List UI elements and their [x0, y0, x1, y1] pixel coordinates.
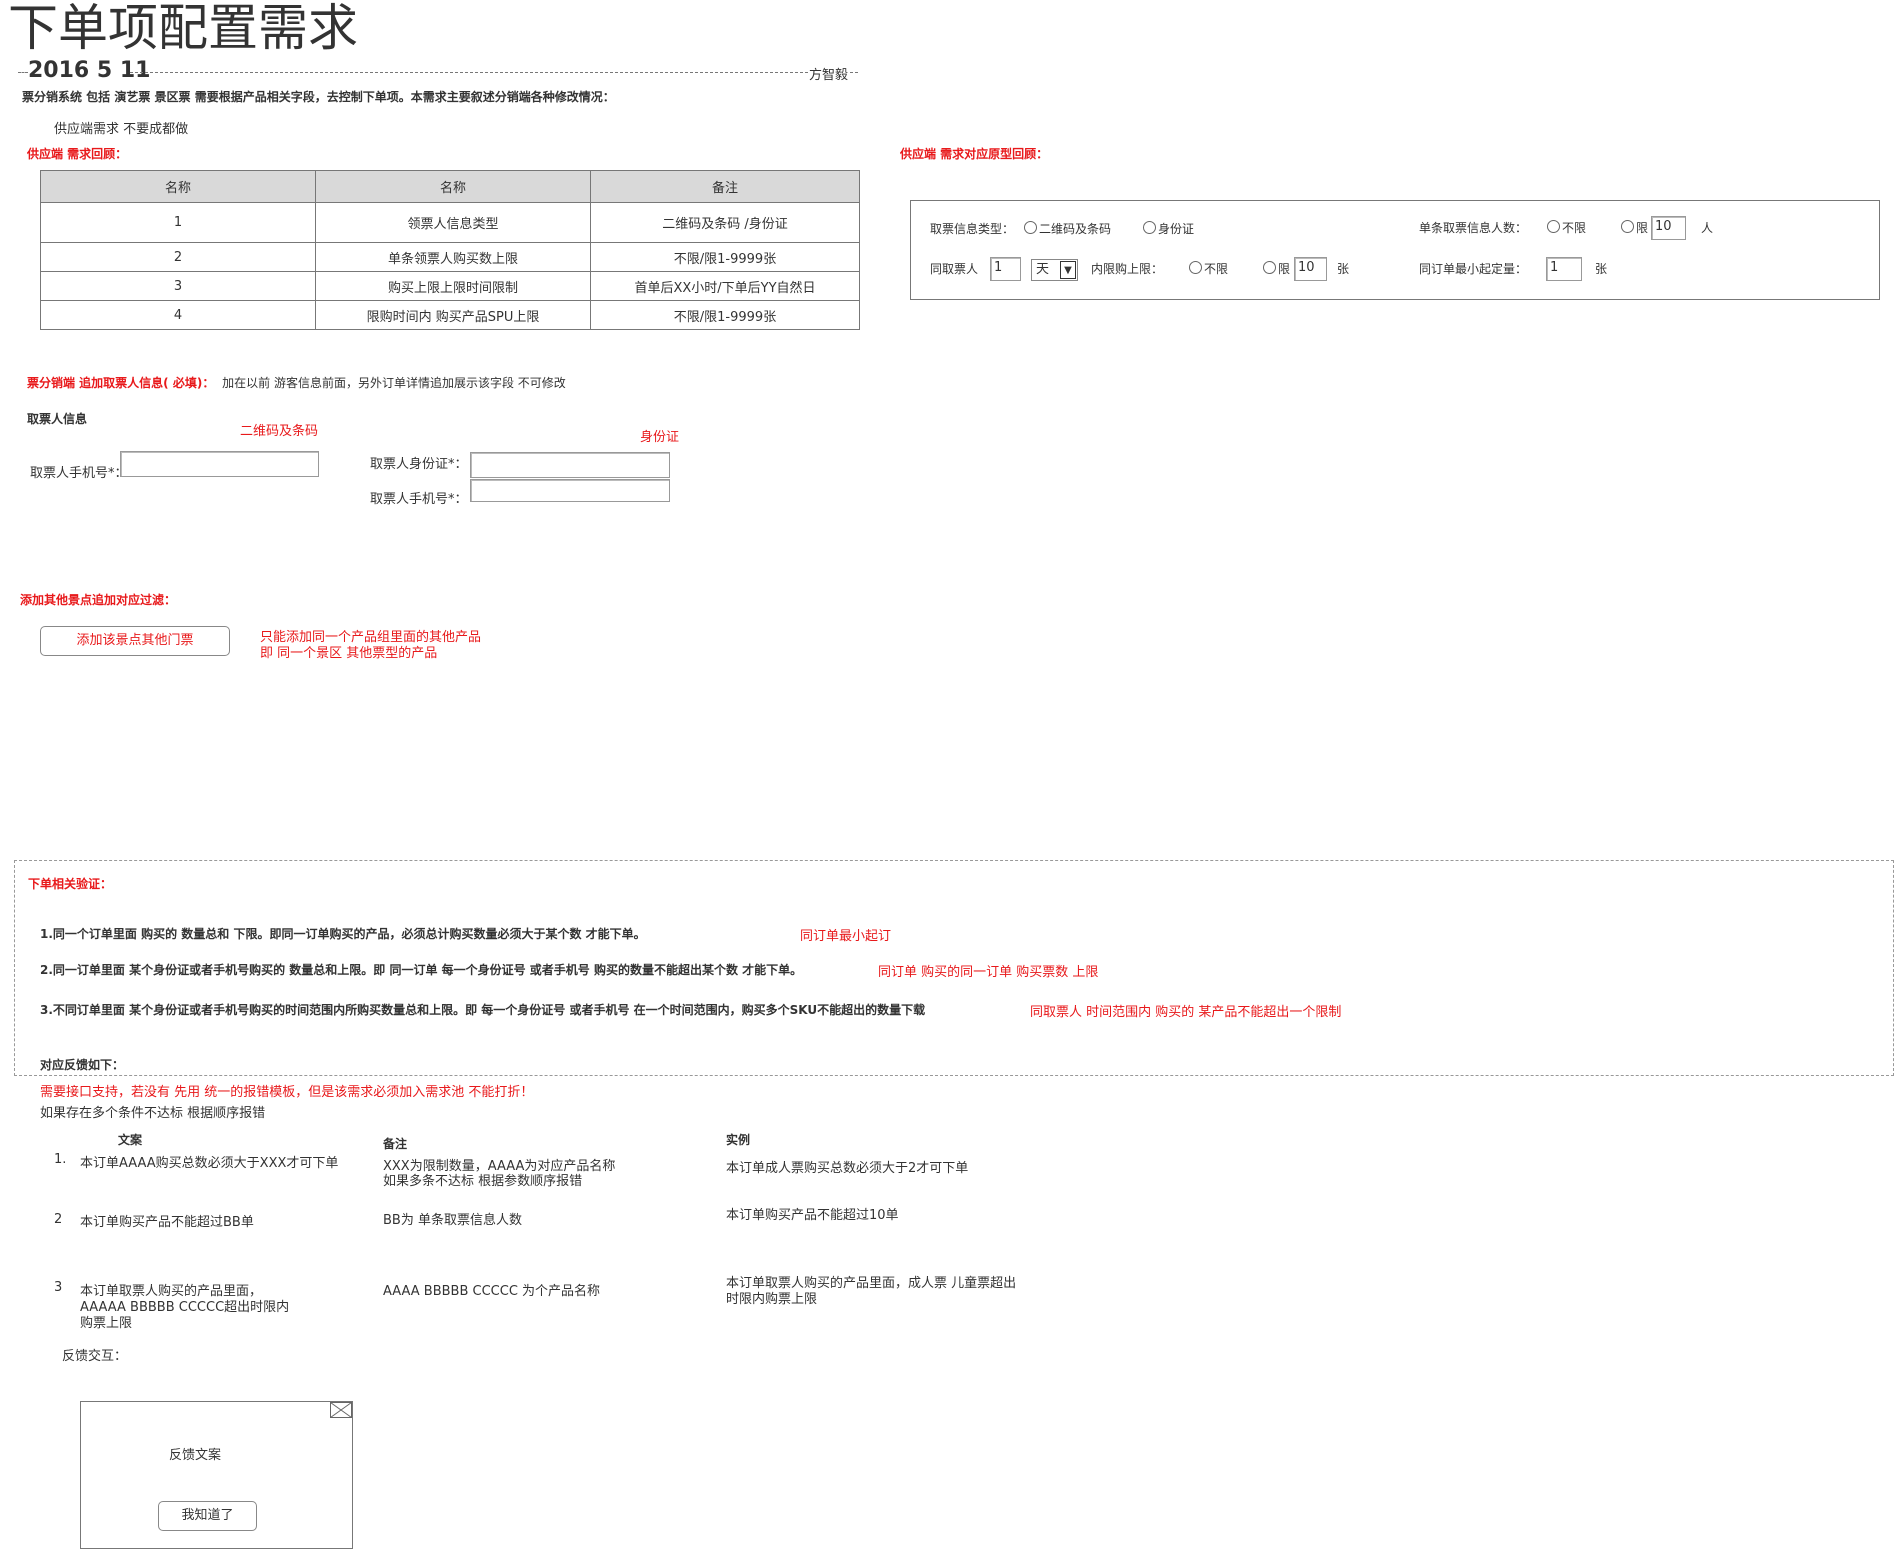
- ticket-type-label: 取票信息类型：: [930, 222, 1015, 236]
- table-row: 4 限购时间内 购买产品SPU上限 不限/限1-9999张: [40, 300, 860, 330]
- feedback-content: 反馈文案: [169, 1448, 222, 1463]
- inner-limit-unit: 张: [1337, 262, 1350, 276]
- phone-field-label: 取票人手机号*：: [30, 466, 128, 481]
- validation-note-3: 同取票人 时间范围内 购买的 某产品不能超出一个限制: [1030, 1005, 1342, 1020]
- table-cell: 2: [40, 242, 316, 272]
- col-header-remark: 备注: [590, 170, 860, 203]
- table-cell: 限购时间内 购买产品SPU上限: [315, 300, 591, 330]
- radio-inner-limit[interactable]: 限: [1263, 260, 1290, 277]
- validation-heading: 下单相关验证：: [28, 877, 113, 891]
- feedback-heading: 对应反馈如下：: [40, 1058, 125, 1072]
- min-order-unit: 张: [1595, 262, 1608, 276]
- copy-row-num: 2: [54, 1212, 63, 1227]
- radio-circle-icon: [1024, 221, 1037, 234]
- copy-row-example-2: 时限内购票上限: [726, 1292, 818, 1307]
- phone-input-2[interactable]: [470, 479, 670, 502]
- radio-circle-icon: [1621, 220, 1634, 233]
- copy-row-remark-2: 如果多条不达标 根据参数顺序报错: [383, 1174, 583, 1189]
- validation-item-2: 2.同一订单里面 某个身份证或者手机号购买的 数量总和上限。即 同一订单 每一个…: [40, 963, 803, 977]
- supply-note: 供应端需求 不要成都做: [54, 122, 189, 137]
- other-spots-heading: 添加其他景点追加对应过滤：: [20, 593, 177, 607]
- min-order-input[interactable]: 1: [1546, 257, 1582, 281]
- copy-row-remark: BB为 单条取票信息人数: [383, 1213, 522, 1228]
- copy-row-remark: AAAA BBBBB CCCCC 为个产品名称: [383, 1284, 601, 1299]
- supply-review-table: 名称 名称 备注 1 领票人信息类型 二维码及条码 /身份证 2 单条领票人购买…: [40, 170, 860, 330]
- radio-per-count-limit[interactable]: 限: [1621, 219, 1648, 236]
- radio-inner-unlimited[interactable]: 不限: [1189, 260, 1228, 277]
- radio-qrcode[interactable]: 二维码及条码: [1024, 220, 1111, 237]
- radio-circle-icon: [1143, 221, 1156, 234]
- prototype-panel: [910, 200, 1880, 300]
- col-header-remark: 备注: [383, 1137, 408, 1151]
- supply-review-heading: 供应端 需求回顾：: [27, 147, 128, 161]
- feedback-dialog: 反馈文案 我知道了: [80, 1401, 353, 1549]
- acknowledge-button[interactable]: 我知道了: [158, 1501, 257, 1531]
- table-cell: 购买上限上限时间限制: [315, 271, 591, 301]
- pickup-info-label: 取票人信息: [27, 412, 88, 426]
- distributor-heading-line: 票分销端 追加取票人信息( 必填)： 加在以前 游客信息前面，另外订单详情追加展…: [27, 374, 566, 391]
- table-cell: 不限/限1-9999张: [590, 242, 860, 272]
- table-row: 2 单条领票人购买数上限 不限/限1-9999张: [40, 242, 860, 272]
- close-icon[interactable]: [330, 1402, 352, 1418]
- col-header-example: 实例: [726, 1133, 751, 1147]
- copy-row-text: 本订单AAAA购买总数必须大于XXX才可下单: [80, 1156, 339, 1171]
- idcard-label: 身份证: [640, 430, 680, 445]
- copy-row-num: 3: [54, 1280, 63, 1295]
- per-count-label: 单条取票信息人数：: [1419, 221, 1528, 235]
- doc-date: 2016 5 11: [28, 58, 151, 83]
- same-person-label: 同取票人: [930, 262, 979, 276]
- chevron-down-icon: ▼: [1060, 261, 1076, 279]
- per-count-unit: 人: [1701, 221, 1714, 235]
- col-header-text: 文案: [118, 1133, 143, 1147]
- multi-condition-note: 如果存在多个条件不达标 根据顺序报错: [40, 1106, 266, 1121]
- page-title: 下单项配置需求: [8, 0, 358, 57]
- per-count-input[interactable]: 10: [1651, 216, 1686, 240]
- idcard-field-label: 取票人身份证*：: [370, 457, 468, 472]
- intro-text: 票分销系统 包括 演艺票 景区票 需要根据产品相关字段，去控制下单项。本需求主要…: [22, 90, 615, 104]
- phone-field-label-2: 取票人手机号*：: [370, 492, 468, 507]
- add-spot-ticket-button[interactable]: 添加该景点其他门票: [40, 626, 230, 656]
- table-cell: 单条领票人购买数上限: [315, 242, 591, 272]
- table-cell: 首单后XX小时/下单后YY自然日: [590, 271, 860, 301]
- other-spots-note-2: 即 同一个景区 其他票型的产品: [260, 646, 438, 661]
- col-header-name-2: 名称: [315, 170, 591, 203]
- period-select[interactable]: 天 ▼: [1031, 259, 1078, 281]
- col-header-name: 名称: [40, 170, 316, 203]
- phone-input[interactable]: [120, 451, 319, 477]
- same-person-input[interactable]: 1: [990, 257, 1021, 281]
- prototype-heading: 供应端 需求对应原型回顾：: [900, 147, 1049, 161]
- copy-row-num: 1.: [54, 1152, 67, 1167]
- inner-limit-input[interactable]: 10: [1294, 257, 1327, 281]
- distributor-heading: 票分销端 追加取票人信息( 必填)：: [27, 376, 215, 390]
- validation-note-1: 同订单最小起订: [800, 929, 892, 944]
- copy-row-example: 本订单成人票购买总数必须大于2才可下单: [726, 1161, 969, 1176]
- copy-row-text-3: 购票上限: [80, 1316, 133, 1331]
- table-cell: 二维码及条码 /身份证: [590, 202, 860, 243]
- radio-per-count-unlimited[interactable]: 不限: [1547, 219, 1586, 236]
- validation-item-3: 3.不同订单里面 某个身份证或者手机号购买的时间范围内所购买数量总和上限。即 每…: [40, 1003, 926, 1017]
- table-cell: 4: [40, 300, 316, 330]
- radio-circle-icon: [1189, 261, 1202, 274]
- validation-note-2: 同订单 购买的同一订单 购买票数 上限: [878, 965, 1099, 980]
- copy-row-example: 本订单购买产品不能超过10单: [726, 1208, 899, 1223]
- min-order-label: 同订单最小起定量：: [1419, 262, 1528, 276]
- table-cell: 3: [40, 271, 316, 301]
- table-row: 1 领票人信息类型 二维码及条码 /身份证: [40, 202, 860, 243]
- doc-author: 方智毅: [809, 68, 849, 83]
- table-cell: 领票人信息类型: [315, 202, 591, 243]
- table-cell: 不限/限1-9999张: [590, 300, 860, 330]
- inner-limit-label: 内限购上限：: [1091, 262, 1164, 276]
- radio-circle-icon: [1263, 261, 1276, 274]
- interface-note: 需要接口支持，若没有 先用 统一的报错模板，但是该需求必须加入需求池 不能打折！: [40, 1085, 534, 1100]
- idcard-input[interactable]: [470, 452, 670, 478]
- table-row: 3 购买上限上限时间限制 首单后XX小时/下单后YY自然日: [40, 271, 860, 301]
- copy-row-text: 本订单购买产品不能超过BB单: [80, 1215, 254, 1230]
- distributor-note: 加在以前 游客信息前面，另外订单详情追加展示该字段 不可修改: [222, 376, 566, 390]
- validation-item-1: 1.同一个订单里面 购买的 数量总和 下限。即同一订单购买的产品，必须总计购买数…: [40, 927, 646, 941]
- radio-circle-icon: [1547, 220, 1560, 233]
- radio-idcard[interactable]: 身份证: [1143, 220, 1194, 237]
- qrcode-label: 二维码及条码: [240, 424, 319, 439]
- table-cell: 1: [40, 202, 316, 243]
- feedback-interaction-label: 反馈交互：: [62, 1349, 128, 1364]
